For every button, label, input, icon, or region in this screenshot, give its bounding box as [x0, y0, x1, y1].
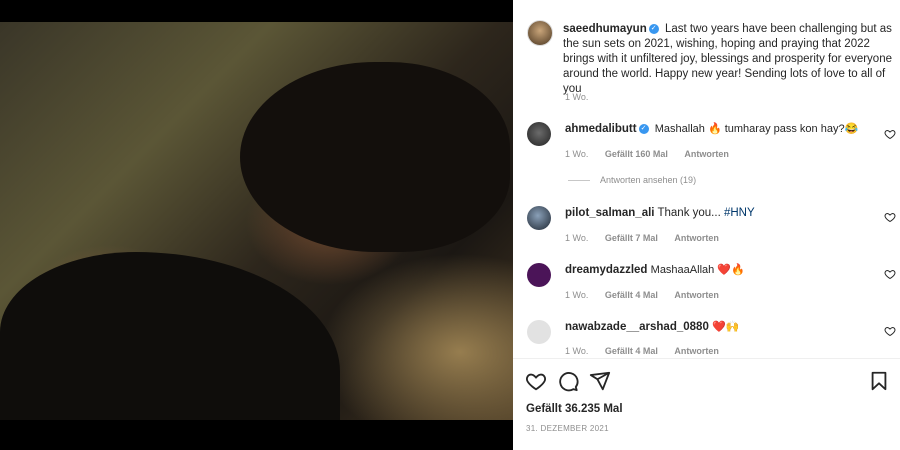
comment-meta: 1 Wo. Gefällt 7 Mal Antworten [565, 233, 733, 243]
comment-username[interactable]: nawabzade__arshad_0880 [565, 321, 709, 333]
comment-likes[interactable]: Gefällt 160 Mal [605, 149, 668, 159]
comment-avatar[interactable] [527, 320, 551, 344]
comment-item: nawabzade__arshad_0880 ❤️🙌 [565, 320, 865, 335]
caption-meta: 1 Wo. [565, 92, 602, 102]
bookmark-icon[interactable] [868, 370, 890, 392]
post-likes-count[interactable]: Gefällt 36.235 Mal [526, 403, 623, 415]
comment-item: dreamydazzled MashaaAllah ❤️🔥 [565, 263, 865, 278]
comment-text: ❤️🙌 [712, 321, 740, 333]
heart-icon[interactable] [525, 370, 547, 392]
comment-age: 1 Wo. [565, 233, 589, 243]
action-bar [525, 370, 890, 392]
like-comment-heart-icon[interactable] [884, 268, 896, 280]
comment-meta: 1 Wo. Gefällt 160 Mal Antworten [565, 149, 743, 159]
comment-username[interactable]: ahmedalibutt [565, 123, 637, 135]
share-icon[interactable] [589, 370, 611, 392]
author-avatar[interactable] [527, 20, 553, 46]
replies-line [568, 180, 590, 182]
photo-subject-hair [240, 62, 510, 252]
verified-badge-icon: ✓ [638, 123, 649, 134]
comment-username[interactable]: dreamydazzled [565, 264, 647, 276]
comment-item: pilot_salman_ali Thank you... #HNY [565, 206, 865, 221]
post-date: 31. DEZEMBER 2021 [526, 424, 609, 433]
comment-text: Thank you... [657, 207, 721, 219]
comment-username[interactable]: pilot_salman_ali [565, 207, 654, 219]
comment-age: 1 Wo. [565, 290, 589, 300]
comment-age: 1 Wo. [565, 346, 589, 356]
comment-avatar[interactable] [527, 122, 551, 146]
comment-hashtag[interactable]: #HNY [724, 207, 755, 219]
comment-text: Mashallah 🔥 tumharay pass kon hay?😂 [654, 123, 859, 135]
reply-button[interactable]: Antworten [684, 149, 729, 159]
author-username[interactable]: saeedhumayun [563, 23, 647, 35]
reply-button[interactable]: Antworten [674, 290, 719, 300]
post-media[interactable] [0, 0, 513, 450]
comment-likes[interactable]: Gefällt 4 Mal [605, 346, 658, 356]
comment-meta: 1 Wo. Gefällt 4 Mal Antworten [565, 290, 733, 300]
post-side-panel: saeedhumayun ✓ Last two years have been c… [513, 0, 900, 450]
post-photo [0, 22, 513, 420]
view-replies-button[interactable]: Antworten ansehen (19) [568, 175, 696, 185]
view-replies-label: Antworten ansehen (19) [600, 175, 697, 185]
photo-subject-shirt [0, 252, 340, 420]
comment-item: ahmedalibutt ✓ Mashallah 🔥 tumharay pass … [565, 122, 865, 137]
post-caption: saeedhumayun ✓ Last two years have been c… [563, 22, 899, 97]
verified-badge-icon: ✓ [648, 23, 659, 34]
comment-icon[interactable] [557, 370, 579, 392]
comment-age: 1 Wo. [565, 149, 589, 159]
comment-likes[interactable]: Gefällt 4 Mal [605, 290, 658, 300]
comment-likes[interactable]: Gefällt 7 Mal [605, 233, 658, 243]
like-comment-heart-icon[interactable] [884, 128, 896, 140]
like-comment-heart-icon[interactable] [884, 325, 896, 337]
comment-text: MashaaAllah ❤️🔥 [650, 264, 745, 276]
like-comment-heart-icon[interactable] [884, 211, 896, 223]
comment-avatar[interactable] [527, 263, 551, 287]
reply-button[interactable]: Antworten [674, 346, 719, 356]
actions-divider [513, 358, 900, 359]
reply-button[interactable]: Antworten [674, 233, 719, 243]
comment-meta: 1 Wo. Gefällt 4 Mal Antworten [565, 346, 733, 356]
caption-age: 1 Wo. [565, 92, 589, 102]
comment-avatar[interactable] [527, 206, 551, 230]
